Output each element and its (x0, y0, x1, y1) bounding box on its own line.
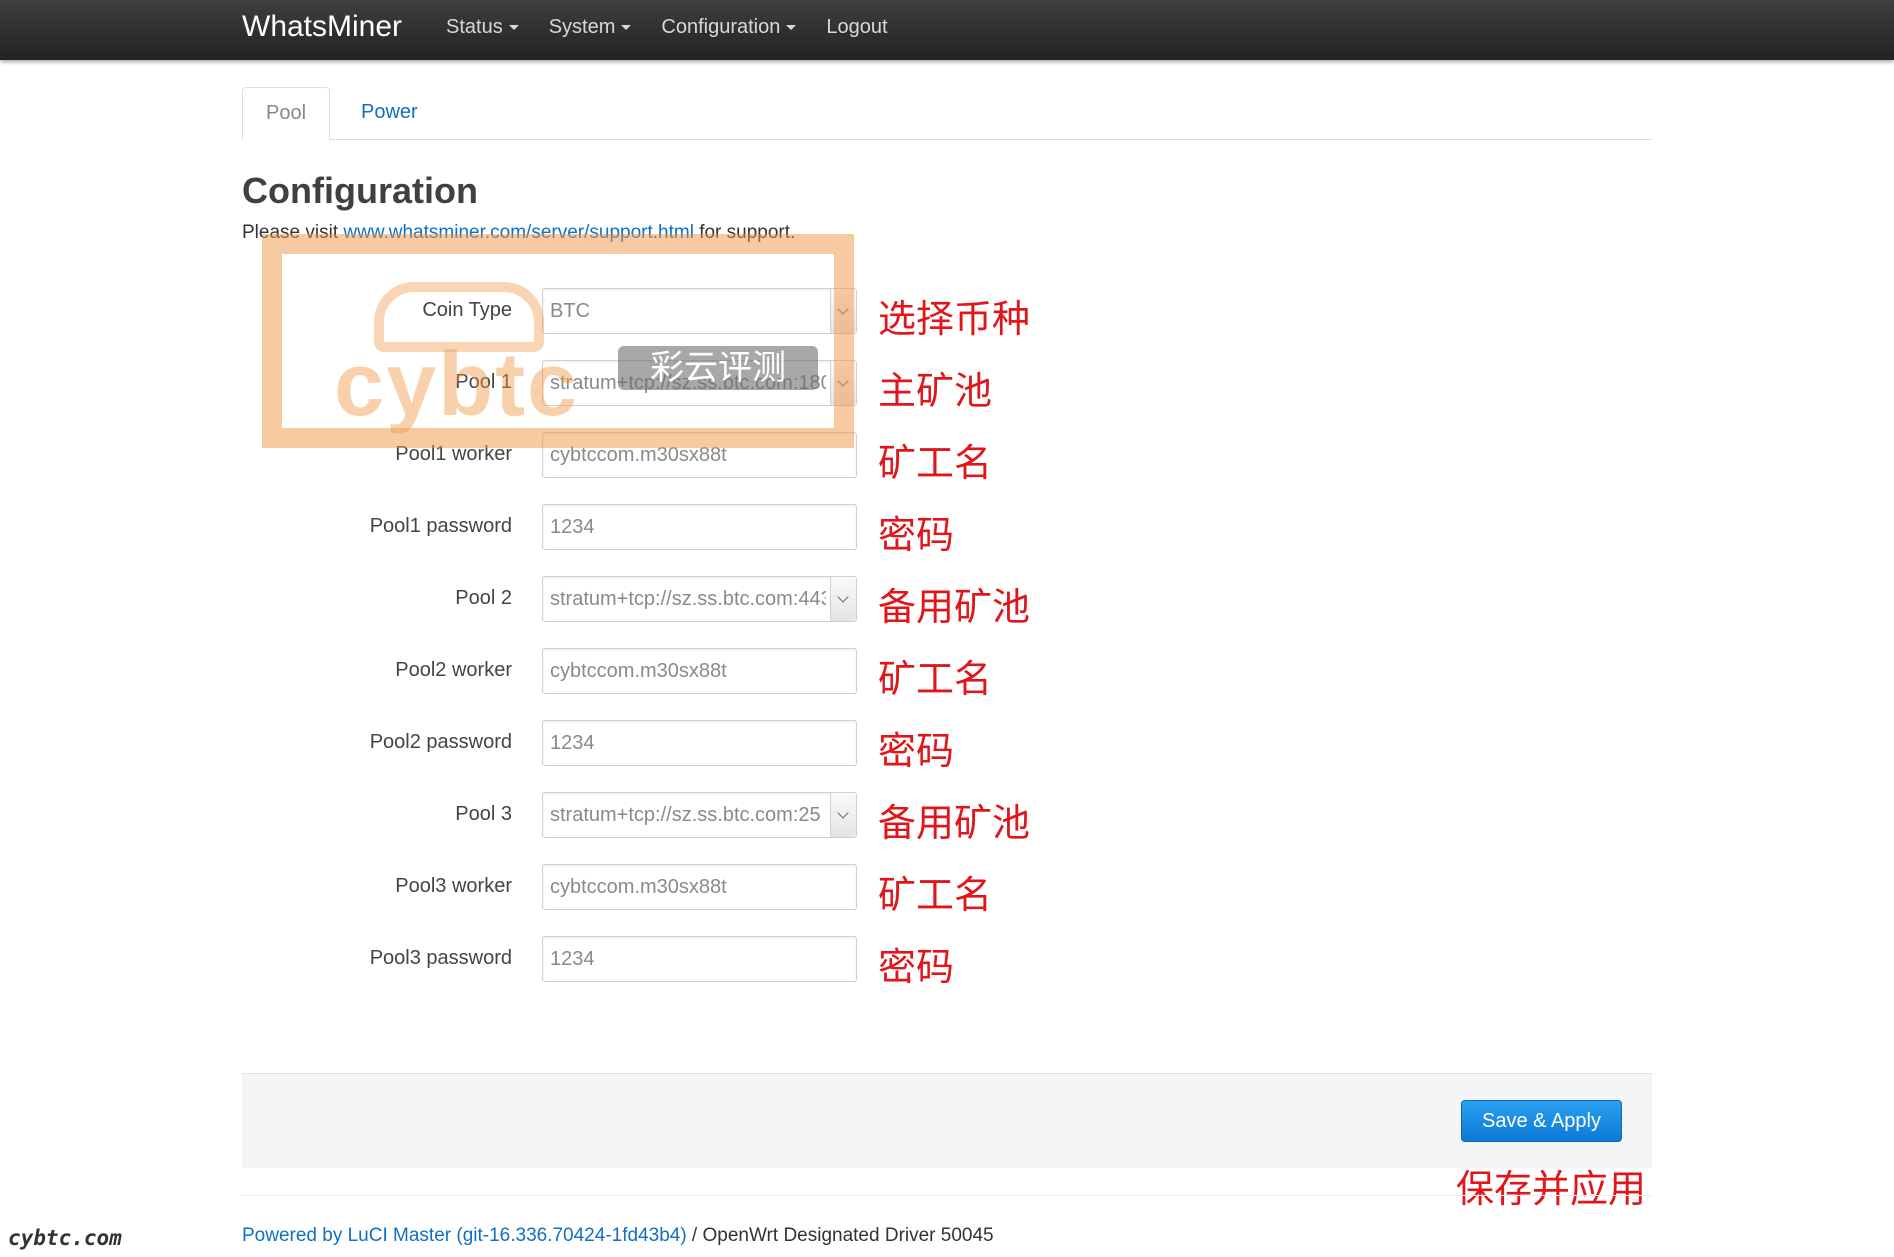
caret-down-icon (621, 25, 632, 30)
pool3-worker-label: Pool3 worker (395, 875, 512, 897)
footer-divider (242, 1195, 1652, 1196)
annotation-coin-type: 选择币种 (878, 297, 1031, 341)
pool2-label: Pool 2 (455, 587, 512, 609)
annotation-pool3-worker: 矿工名 (878, 873, 993, 917)
annotation-pool2-password: 密码 (878, 729, 955, 773)
chevron-down-icon (837, 591, 849, 603)
menu-status[interactable]: Status (446, 16, 519, 39)
pool2-password-label: Pool2 password (369, 731, 512, 753)
pool3-label: Pool 3 (455, 803, 512, 825)
form-row-pool3: Pool 3 stratum+tcp://sz.ss.btc.com:25 备用… (242, 792, 1142, 845)
menu-status-label: Status (446, 16, 503, 38)
corner-watermark: cybtc.com (8, 1226, 122, 1250)
pool3-select[interactable]: stratum+tcp://sz.ss.btc.com:25 (542, 792, 857, 838)
pool3-worker-value: cybtccom.m30sx88t (550, 876, 727, 898)
pool2-worker-label: Pool2 worker (395, 659, 512, 681)
form-row-pool2-worker: Pool2 worker cybtccom.m30sx88t 矿工名 (242, 648, 1142, 701)
footer-powered-by: Powered by LuCI Master (git-16.336.70424… (242, 1225, 994, 1247)
pool2-password-value: 1234 (550, 732, 595, 754)
page-title: Configuration (242, 170, 478, 211)
form-row-pool2: Pool 2 stratum+tcp://sz.ss.btc.com:443 备… (242, 576, 1142, 629)
save-apply-button[interactable]: Save & Apply (1461, 1100, 1622, 1142)
form-row-pool3-worker: Pool3 worker cybtccom.m30sx88t 矿工名 (242, 864, 1142, 917)
top-navbar: WhatsMiner Status System Configuration L… (0, 0, 1894, 60)
menu-logout[interactable]: Logout (826, 16, 887, 39)
pool1-password-value: 1234 (550, 516, 595, 538)
annotation-pool2: 备用矿池 (878, 585, 1031, 629)
openwrt-version: / OpenWrt Designated Driver 50045 (686, 1225, 994, 1246)
caret-down-icon (508, 25, 519, 30)
brand-logo[interactable]: WhatsMiner (242, 10, 402, 44)
annotation-pool2-worker: 矿工名 (878, 657, 993, 701)
form-row-pool3-password: Pool3 password 1234 密码 (242, 936, 1142, 989)
pool1-password-input[interactable]: 1234 (542, 504, 857, 550)
pool2-dropdown-button[interactable] (830, 577, 856, 621)
menu-configuration-label: Configuration (661, 16, 781, 38)
menu-configuration[interactable]: Configuration (661, 16, 797, 39)
form-row-pool2-password: Pool2 password 1234 密码 (242, 720, 1142, 773)
menu-system-label: System (548, 16, 616, 38)
annotation-pool1-password: 密码 (878, 513, 955, 557)
annotation-pool1-worker: 矿工名 (878, 441, 993, 485)
tab-power[interactable]: Power (338, 87, 441, 140)
pool3-dropdown-button[interactable] (830, 793, 856, 837)
config-tabs: Pool Power (242, 87, 1652, 140)
tab-pool[interactable]: Pool (242, 87, 331, 140)
pool3-password-input[interactable]: 1234 (542, 936, 857, 982)
pool3-worker-input[interactable]: cybtccom.m30sx88t (542, 864, 857, 910)
pool2-select[interactable]: stratum+tcp://sz.ss.btc.com:443 (542, 576, 857, 622)
annotation-pool3: 备用矿池 (878, 801, 1031, 845)
menu-logout-label: Logout (826, 16, 888, 38)
watermark-logo-text: cybtc (334, 335, 580, 435)
pool2-password-input[interactable]: 1234 (542, 720, 857, 766)
watermark-cn-text: 彩云评测 (618, 346, 818, 390)
annotation-pool1: 主矿池 (878, 369, 993, 413)
menu-system[interactable]: System (549, 16, 632, 39)
chevron-down-icon (837, 807, 849, 819)
form-actions-bar (242, 1073, 1652, 1168)
pool2-value: stratum+tcp://sz.ss.btc.com:443 (550, 588, 826, 610)
form-row-pool1-password: Pool1 password 1234 密码 (242, 504, 1142, 557)
pool2-worker-input[interactable]: cybtccom.m30sx88t (542, 648, 857, 694)
luci-link[interactable]: Powered by LuCI Master (git-16.336.70424… (242, 1225, 687, 1246)
annotation-save-apply: 保存并应用 (1456, 1167, 1647, 1211)
pool3-value: stratum+tcp://sz.ss.btc.com:25 (550, 804, 821, 826)
main-menu: Status System Configuration Logout (446, 16, 918, 39)
caret-down-icon (786, 25, 797, 30)
annotation-pool3-password: 密码 (878, 945, 955, 989)
pool1-password-label: Pool1 password (369, 515, 512, 537)
cybtc-watermark: cybtc 彩云评测 (262, 234, 854, 448)
pool3-password-value: 1234 (550, 948, 595, 970)
pool2-worker-value: cybtccom.m30sx88t (550, 660, 727, 682)
pool3-password-label: Pool3 password (369, 947, 512, 969)
